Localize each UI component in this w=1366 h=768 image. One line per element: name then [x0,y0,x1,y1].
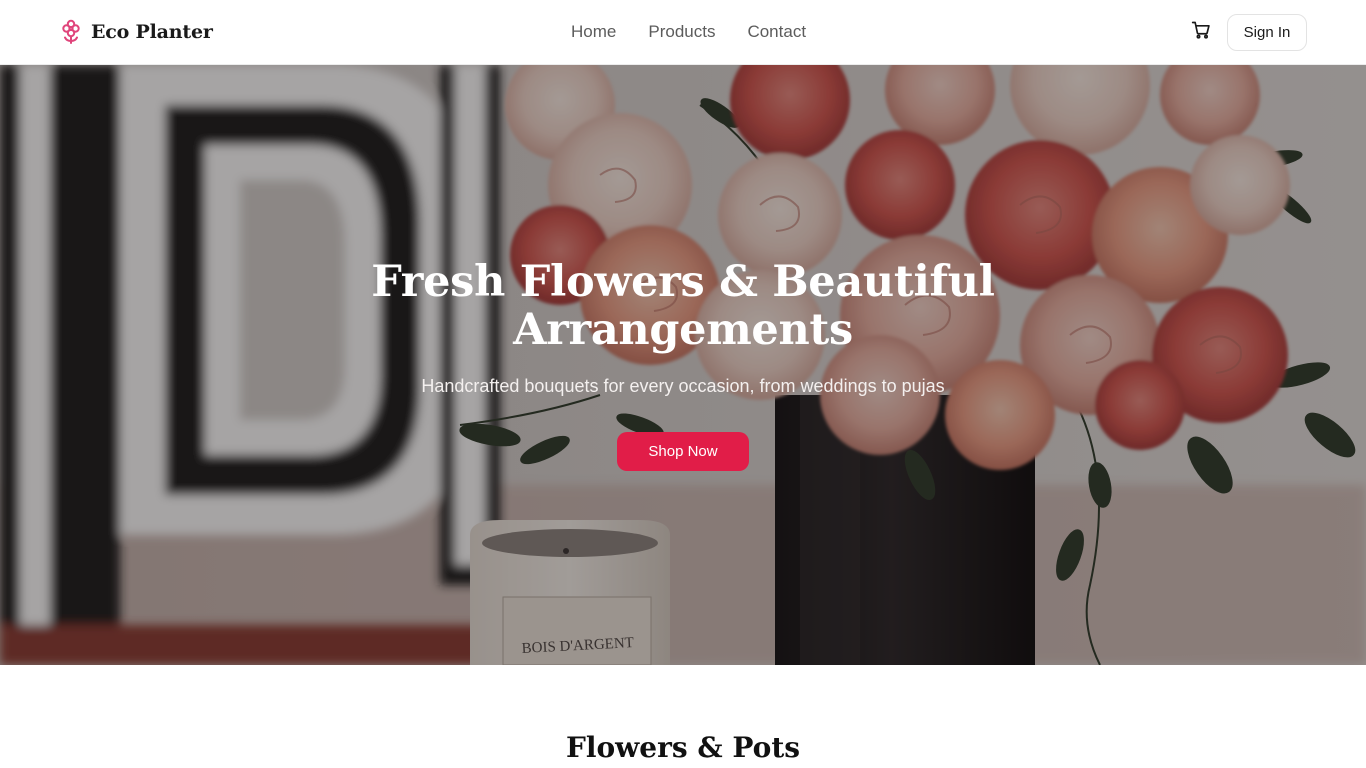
shopping-cart-icon [1191,20,1211,45]
hero-overlay [0,65,1366,665]
cart-button[interactable] [1187,18,1215,46]
nav-link-home[interactable]: Home [571,20,616,44]
shop-now-button[interactable]: Shop Now [617,432,749,471]
flower-icon [61,18,81,46]
nav-link-products[interactable]: Products [648,20,715,44]
brand-logo-link[interactable]: Eco Planter [61,18,213,46]
hero-section: BOIS D'ARGENT Fresh Flowers & Beautiful … [0,65,1366,665]
site-header: Eco Planter Home Products Contact Sign I… [0,0,1366,65]
nav-link-contact[interactable]: Contact [747,20,806,44]
main-nav: Home Products Contact [571,20,806,44]
hero-title: Fresh Flowers & Beautiful Arrangements [371,257,995,355]
hero-subtitle: Handcrafted bouquets for every occasion,… [421,376,945,396]
sign-in-button[interactable]: Sign In [1227,14,1307,51]
brand-name: Eco Planter [91,21,213,43]
section-title: Flowers & Pots [565,731,801,764]
